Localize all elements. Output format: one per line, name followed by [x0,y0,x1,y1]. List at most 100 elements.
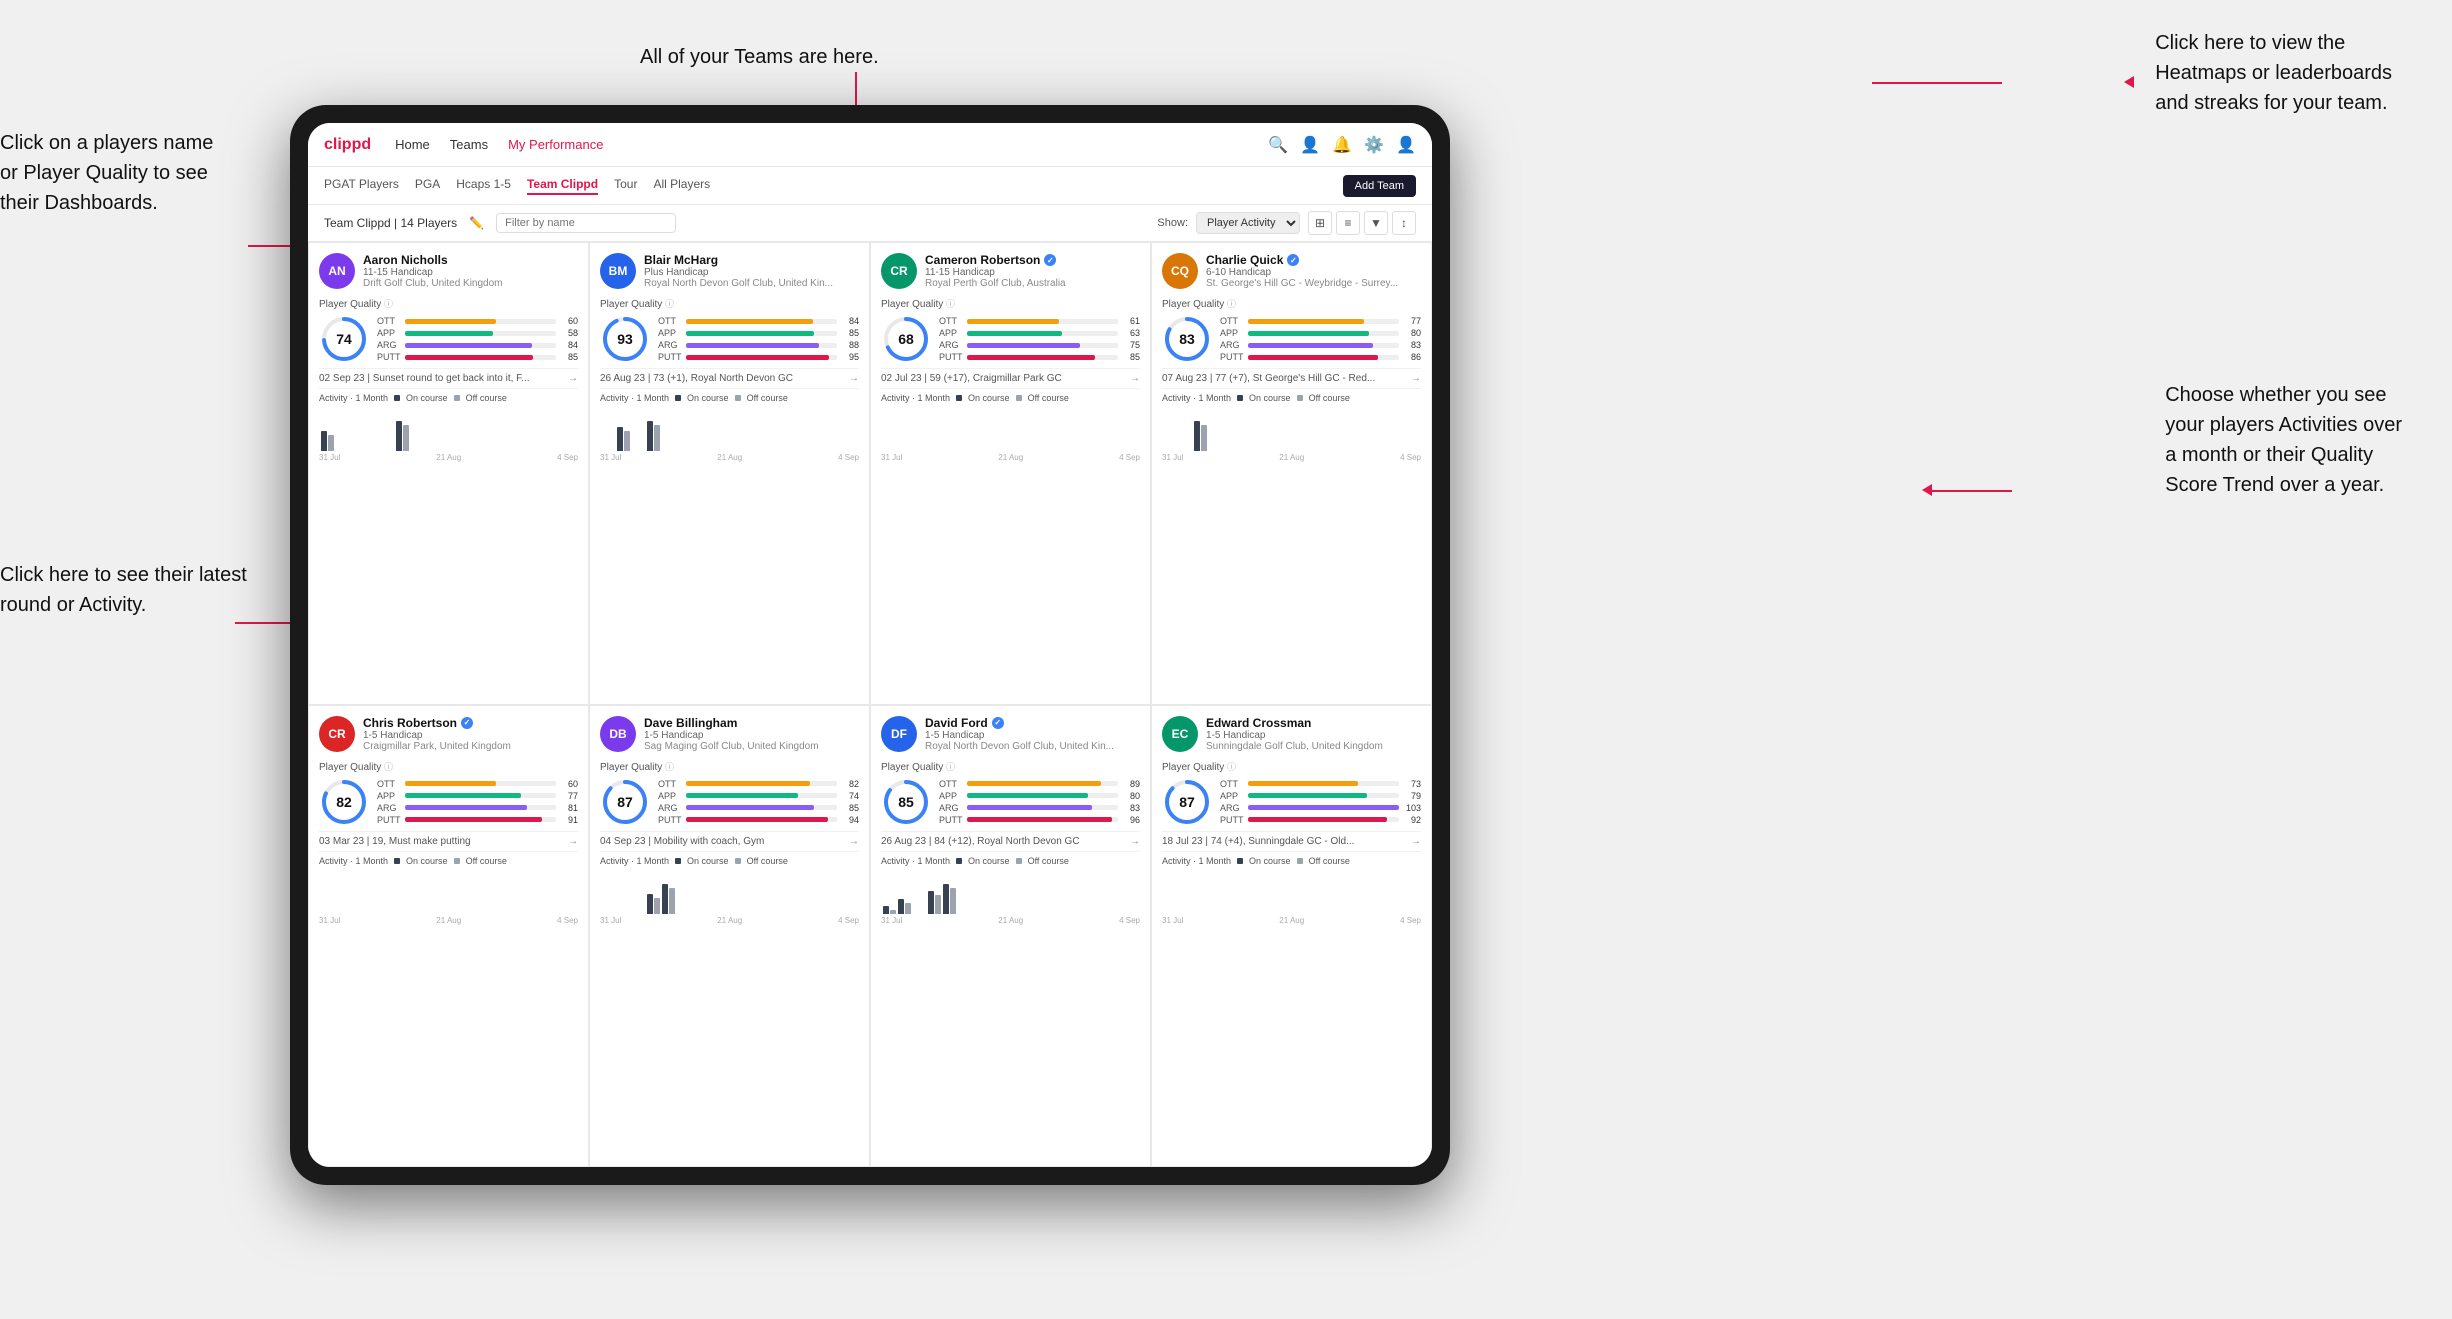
bar-fill [967,817,1112,822]
team-bar-edit-icon[interactable]: ✏️ [469,216,484,230]
player-card[interactable]: BM Blair McHarg Plus Handicap Royal Nort… [589,242,870,705]
activity-bar-off [624,431,630,451]
off-course-dot [454,395,460,401]
latest-round[interactable]: 03 Mar 23 | 19, Must make putting → [319,831,578,847]
bar-track [405,793,556,798]
nav-icons: 🔍 👤 🔔 ⚙️ 👤 [1268,135,1416,155]
quality-circle[interactable]: 68 [881,314,931,364]
latest-round[interactable]: 26 Aug 23 | 84 (+12), Royal North Devon … [881,831,1140,847]
latest-round[interactable]: 26 Aug 23 | 73 (+1), Royal North Devon G… [600,368,859,384]
quality-circle[interactable]: 87 [600,777,650,827]
bar-fill [1248,793,1367,798]
sub-nav-team-clippd[interactable]: Team Clippd [527,177,598,195]
off-course-label: Off course [1309,856,1350,866]
player-card[interactable]: DF David Ford ✓ 1-5 Handicap Royal North… [870,705,1151,1168]
bar-track [686,781,837,786]
annotation-left-top: Click on a players name or Player Qualit… [0,128,213,218]
sub-nav-hcaps[interactable]: Hcaps 1-5 [456,177,511,195]
quality-label: Player Quality ⓘ [319,760,578,773]
quality-bar-row: OTT 82 [658,779,859,789]
player-card[interactable]: CR Cameron Robertson ✓ 11-15 Handicap Ro… [870,242,1151,705]
bar-track [686,319,837,324]
sub-nav-tour[interactable]: Tour [614,177,637,195]
player-name[interactable]: Cameron Robertson ✓ [925,253,1140,267]
player-name[interactable]: Dave Billingham [644,716,859,730]
player-card[interactable]: AN Aaron Nicholls 11-15 Handicap Drift G… [308,242,589,705]
sub-nav-all-players[interactable]: All Players [653,177,710,195]
quality-circle[interactable]: 82 [319,777,369,827]
quality-circle[interactable]: 87 [1162,777,1212,827]
player-name[interactable]: Blair McHarg [644,253,859,267]
show-select[interactable]: Player Activity [1196,212,1300,234]
player-card[interactable]: CR Chris Robertson ✓ 1-5 Handicap Craigm… [308,705,589,1168]
list-view-icon[interactable]: ≡ [1336,211,1360,235]
chart-x-labels: 31 Jul21 Aug4 Sep [319,453,578,462]
filter-icon[interactable]: ▼ [1364,211,1388,235]
bar-fill [405,343,532,348]
player-name[interactable]: Edward Crossman [1206,716,1421,730]
bar-track [686,793,837,798]
quality-circle[interactable]: 85 [881,777,931,827]
activity-chart [881,869,1140,914]
bell-icon[interactable]: 🔔 [1332,135,1352,155]
add-team-button[interactable]: Add Team [1343,175,1416,197]
latest-round[interactable]: 04 Sep 23 | Mobility with coach, Gym → [600,831,859,847]
quality-circle[interactable]: 83 [1162,314,1212,364]
quality-section: 85 OTT 89 APP 80 ARG 83 PUTT [881,777,1140,827]
player-card[interactable]: EC Edward Crossman 1-5 Handicap Sunningd… [1151,705,1432,1168]
player-avatar: CR [881,253,917,289]
player-name[interactable]: Chris Robertson ✓ [363,716,578,730]
quality-circle[interactable]: 93 [600,314,650,364]
activity-header: Activity · 1 Month On course Off course [1162,393,1421,403]
search-icon[interactable]: 🔍 [1268,135,1288,155]
bar-value: 92 [1403,815,1421,825]
quality-circle[interactable]: 74 [319,314,369,364]
player-card[interactable]: DB Dave Billingham 1-5 Handicap Sag Magi… [589,705,870,1168]
latest-round[interactable]: 02 Jul 23 | 59 (+17), Craigmillar Park G… [881,368,1140,384]
quality-label: Player Quality ⓘ [881,297,1140,310]
activity-section: Activity · 1 Month On course Off course [1162,388,1421,462]
latest-round[interactable]: 02 Sep 23 | Sunset round to get back int… [319,368,578,384]
nav-link-home[interactable]: Home [395,137,430,152]
activity-header: Activity · 1 Month On course Off course [600,393,859,403]
player-name[interactable]: Aaron Nicholls [363,253,578,267]
bar-value: 86 [1403,352,1421,362]
quality-bar-row: PUTT 94 [658,815,859,825]
bar-label: PUTT [377,352,401,362]
activity-section: Activity · 1 Month On course Off course [600,388,859,462]
user-icon[interactable]: 👤 [1300,135,1320,155]
activity-bar-group [943,884,956,914]
sort-icon[interactable]: ↕ [1392,211,1416,235]
latest-round-text: 02 Sep 23 | Sunset round to get back int… [319,373,568,384]
activity-section: Activity · 1 Month On course Off course [881,851,1140,925]
player-avatar: BM [600,253,636,289]
sub-nav-pga[interactable]: PGA [415,177,440,195]
bar-value: 103 [1403,803,1421,813]
settings-icon[interactable]: ⚙️ [1364,135,1384,155]
grid-view-icon[interactable]: ⊞ [1308,211,1332,235]
nav-link-performance[interactable]: My Performance [508,137,603,152]
search-input[interactable] [496,213,676,233]
activity-label: Activity · 1 Month [319,393,388,403]
activity-header: Activity · 1 Month On course Off course [881,393,1140,403]
latest-round[interactable]: 07 Aug 23 | 77 (+7), St George's Hill GC… [1162,368,1421,384]
bar-label: OTT [939,779,963,789]
player-card[interactable]: CQ Charlie Quick ✓ 6-10 Handicap St. Geo… [1151,242,1432,705]
avatar-icon[interactable]: 👤 [1396,135,1416,155]
bar-value: 80 [1403,328,1421,338]
latest-round[interactable]: 18 Jul 23 | 74 (+4), Sunningdale GC - Ol… [1162,831,1421,847]
bar-value: 96 [1122,815,1140,825]
bar-label: ARG [658,340,682,350]
sub-nav-pgat[interactable]: PGAT Players [324,177,399,195]
player-name[interactable]: David Ford ✓ [925,716,1140,730]
player-name[interactable]: Charlie Quick ✓ [1206,253,1421,267]
nav-link-teams[interactable]: Teams [450,137,488,152]
bar-value: 84 [841,316,859,326]
activity-header: Activity · 1 Month On course Off course [600,856,859,866]
activity-label: Activity · 1 Month [600,393,669,403]
activity-bar-on [321,431,327,451]
x-label: 4 Sep [838,916,859,925]
arrow-bottom-right [1932,490,2012,492]
bar-label: APP [939,791,963,801]
on-course-label: On course [687,393,729,403]
